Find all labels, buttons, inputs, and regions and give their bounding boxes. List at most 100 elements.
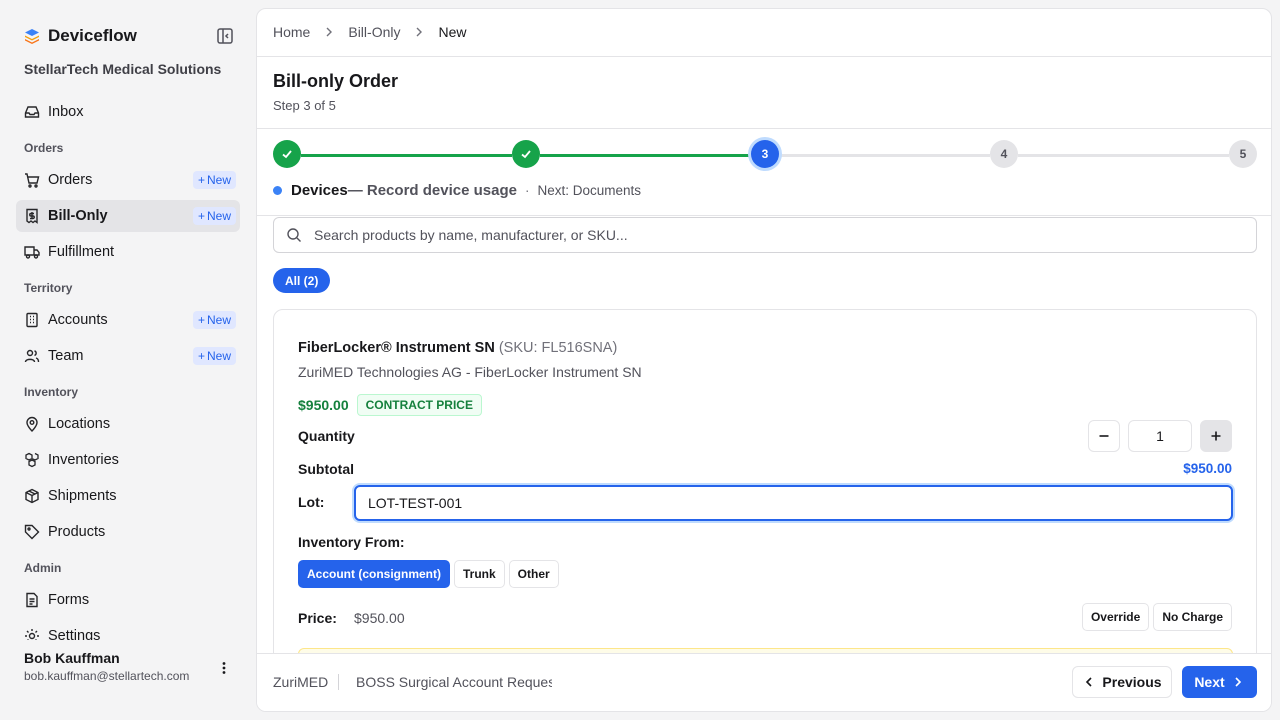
check-icon [282, 150, 292, 159]
chevron-right-icon [416, 27, 423, 37]
brand[interactable]: Deviceflow [24, 26, 137, 46]
truck-icon [24, 244, 40, 260]
current-step-dot [273, 186, 282, 195]
sidebar-scroll-clip: Settings [0, 620, 256, 640]
previous-button[interactable]: Previous [1072, 666, 1172, 698]
inventory-option-trunk[interactable]: Trunk [454, 560, 505, 588]
section-label-orders: Orders [24, 141, 64, 155]
map-pin-icon [24, 416, 40, 432]
sidebar-item-label: Inbox [48, 104, 84, 120]
plus-icon: + [197, 173, 205, 187]
sidebar-item-inventories[interactable]: Inventories [16, 444, 240, 476]
sidebar-item-inbox[interactable]: Inbox [16, 96, 240, 128]
minus-icon [1099, 435, 1109, 437]
users-icon [24, 348, 40, 364]
current-step-desc: — Record device usage [347, 182, 517, 199]
product-title: FiberLocker® Instrument SN (SKU: FL516SN… [298, 340, 617, 356]
file-text-icon [24, 592, 40, 608]
section-label-inventory: Inventory [24, 385, 79, 399]
step-3[interactable]: 3 [751, 140, 779, 168]
next-step-hint: Next: Documents [537, 183, 641, 198]
quantity-input[interactable] [1128, 420, 1192, 452]
price-value: $950.00 [354, 610, 405, 626]
quantity-decrement-button[interactable] [1088, 420, 1120, 452]
org-name[interactable]: StellarTech Medical Solutions [24, 61, 221, 77]
sidebar-item-forms[interactable]: Forms [16, 584, 240, 616]
new-bill-only-button[interactable]: + New [192, 207, 236, 225]
sidebar-item-fulfillment[interactable]: Fulfillment [16, 236, 240, 268]
sidebar-item-label: Settings [48, 628, 101, 640]
step-caption: Devices — Record device usage · Next: Do… [273, 182, 641, 199]
contract-price-badge: CONTRACT PRICE [356, 394, 482, 416]
next-button[interactable]: Next [1182, 666, 1257, 698]
step-connector [301, 154, 512, 157]
breadcrumb-home[interactable]: Home [273, 24, 310, 40]
sidebar-item-locations[interactable]: Locations [16, 408, 240, 440]
override-button[interactable]: Override [1081, 603, 1150, 631]
step-connector [779, 154, 990, 157]
sidebar-item-label: Inventories [48, 452, 119, 468]
new-label: New [206, 313, 231, 327]
sidebar-toggle-icon[interactable] [216, 27, 234, 45]
deviceflow-logo-icon [25, 29, 39, 44]
step-connector [1018, 154, 1229, 157]
boxes-icon [24, 452, 40, 468]
plus-icon: + [197, 313, 205, 327]
lot-input[interactable] [354, 485, 1233, 521]
lot-label: Lot: [298, 494, 325, 510]
sidebar-item-label: Orders [48, 172, 93, 188]
more-vertical-icon[interactable] [216, 660, 232, 676]
new-label: New [206, 209, 231, 223]
subtotal-value: $950.00 [1183, 461, 1232, 476]
sidebar-item-shipments[interactable]: Shipments [16, 480, 240, 512]
footer-vendor: ZuriMED [273, 674, 329, 690]
new-order-button[interactable]: + New [192, 171, 236, 189]
caption-separator: · [524, 183, 530, 198]
check-icon [521, 150, 531, 159]
current-step-name: Devices [291, 182, 348, 199]
quantity-increment-button[interactable] [1200, 420, 1232, 452]
price-label: Price: [298, 610, 337, 626]
sidebar-item-accounts[interactable]: Accounts + New [16, 304, 240, 336]
plus-icon: + [197, 349, 205, 363]
sidebar-item-label: Accounts [48, 312, 108, 328]
product-search[interactable] [273, 217, 1257, 253]
sidebar-item-bill-only[interactable]: Bill-Only + New [16, 200, 240, 232]
footer-account-name: BOSS Surgical Account Request [356, 674, 552, 690]
step-4: 4 [990, 140, 1018, 168]
next-label: Next [1194, 674, 1225, 690]
sidebar-item-label: Team [48, 348, 84, 364]
stepper-divider [257, 215, 1271, 216]
new-label: New [206, 173, 231, 187]
new-team-member-button[interactable]: + New [192, 347, 236, 365]
chevron-right-icon [326, 27, 333, 37]
main-panel: Home Bill-Only New Bill-only Order Step … [256, 8, 1272, 712]
inbox-icon [24, 104, 40, 120]
step-2[interactable] [512, 140, 540, 168]
sidebar-item-label: Shipments [48, 488, 117, 504]
inventory-source-options: Account (consignment) Trunk Other [298, 560, 559, 588]
sidebar: Deviceflow StellarTech Medical Solutions… [0, 0, 256, 720]
building-icon [24, 312, 40, 328]
search-input[interactable] [314, 227, 1214, 243]
inventory-option-other[interactable]: Other [508, 560, 559, 588]
sidebar-item-settings[interactable]: Settings [16, 620, 240, 640]
inventory-option-account[interactable]: Account (consignment) [298, 560, 450, 588]
plus-icon [1211, 431, 1221, 441]
footer-divider [338, 674, 339, 690]
breadcrumb-bill-only[interactable]: Bill-Only [348, 24, 400, 40]
no-charge-button[interactable]: No Charge [1153, 603, 1232, 631]
sidebar-item-orders[interactable]: Orders + New [16, 164, 240, 196]
inventory-from-label: Inventory From: [298, 534, 405, 550]
step-1[interactable] [273, 140, 301, 168]
step-5: 5 [1229, 140, 1257, 168]
unit-price: $950.00 [298, 397, 349, 413]
breadcrumb: Home Bill-Only New [273, 24, 467, 40]
sidebar-item-products[interactable]: Products [16, 516, 240, 548]
new-account-button[interactable]: + New [192, 311, 236, 329]
sidebar-item-team[interactable]: Team + New [16, 340, 240, 372]
user-profile[interactable]: Bob Kauffman bob.kauffman@stellartech.co… [24, 650, 189, 683]
user-name: Bob Kauffman [24, 650, 120, 666]
filter-all[interactable]: All (2) [273, 268, 331, 293]
footer-bar: ZuriMED BOSS Surgical Account Request Pr… [257, 653, 1271, 711]
